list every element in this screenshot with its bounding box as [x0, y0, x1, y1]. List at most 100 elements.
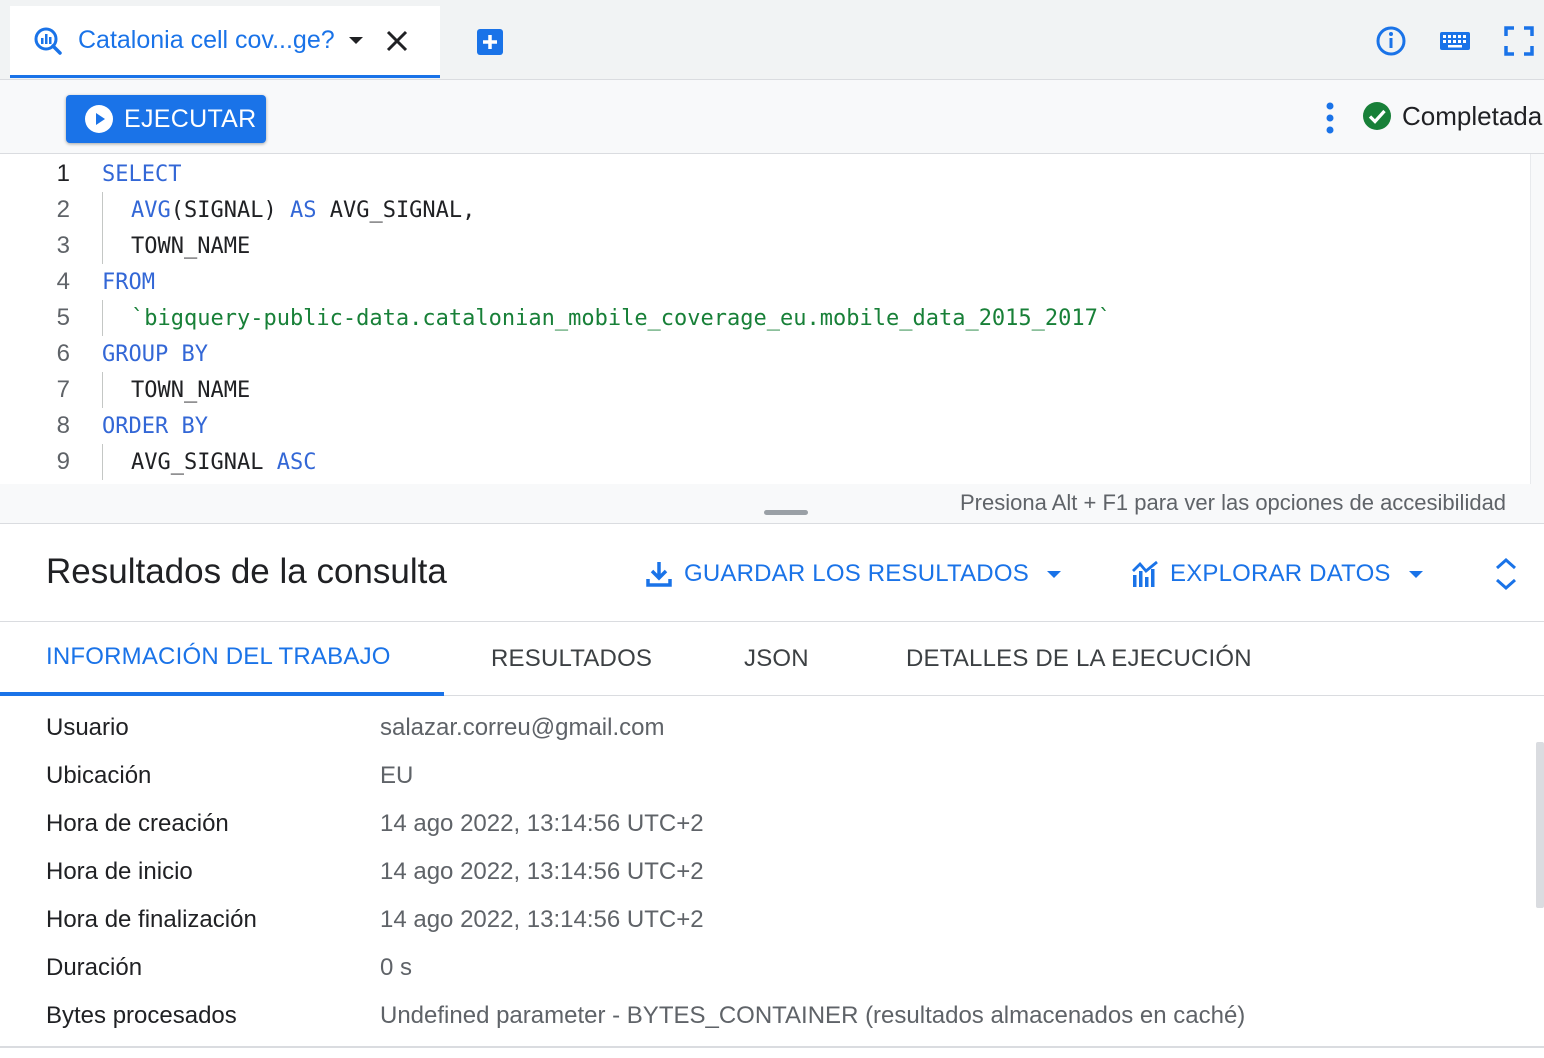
- sql-keyword: ASC: [276, 449, 317, 475]
- save-results-button[interactable]: GUARDAR LOS RESULTADOS: [644, 554, 1061, 594]
- sql-identifier: AVG_SIGNAL,: [316, 197, 476, 223]
- tab-results[interactable]: RESULTADOS: [491, 622, 652, 696]
- job-status: Completada: [1362, 98, 1542, 134]
- fullscreen-icon[interactable]: [1502, 24, 1536, 58]
- code-text: SELECT: [102, 162, 181, 187]
- job-info-key: Hora de finalización: [46, 906, 257, 933]
- code-line[interactable]: 9 AVG_SIGNAL ASC: [0, 444, 1530, 480]
- line-number: 7: [56, 376, 70, 403]
- expand-collapse-icon[interactable]: [1492, 556, 1520, 592]
- run-button-label: EJECUTAR: [124, 104, 257, 133]
- code-text: ORDER BY: [102, 414, 208, 439]
- job-info-key: Hora de creación: [46, 810, 229, 837]
- job-info-value: 14 ago 2022, 13:14:56 UTC+2: [380, 810, 704, 837]
- line-number: 6: [56, 340, 70, 367]
- code-line[interactable]: 2 AVG(SIGNAL) AS AVG_SIGNAL,: [0, 192, 1530, 228]
- job-info-value: 0 s: [380, 954, 413, 981]
- tab-json[interactable]: JSON: [744, 622, 809, 696]
- indent-guide: [102, 192, 103, 228]
- code-line[interactable]: 4 FROM: [0, 264, 1530, 300]
- indent-guide: [102, 300, 103, 336]
- job-info-scrollbar[interactable]: [1536, 742, 1544, 908]
- editor-scrollbar[interactable]: [1530, 154, 1544, 484]
- results-title: Resultados de la consulta: [46, 552, 447, 591]
- sql-keyword: AVG: [131, 197, 171, 223]
- line-number: 3: [56, 232, 70, 259]
- more-vert-icon[interactable]: [1318, 100, 1342, 136]
- query-icon: [32, 25, 64, 57]
- sql-identifier: (SIGNAL): [170, 197, 290, 223]
- divider: [0, 1046, 1544, 1048]
- job-info-key: Hora de inicio: [46, 858, 193, 885]
- line-number: 9: [56, 448, 70, 475]
- job-info-value: EU: [380, 762, 414, 789]
- chevron-down-icon[interactable]: [348, 37, 363, 44]
- add-tab-icon[interactable]: [474, 26, 506, 58]
- save-results-label: GUARDAR LOS RESULTADOS: [684, 560, 1029, 587]
- job-info-row: Hora de creación 14 ago 2022, 13:14:56 UT…: [0, 800, 1530, 848]
- run-button[interactable]: EJECUTAR: [66, 95, 266, 143]
- resize-handle[interactable]: [764, 510, 808, 515]
- sql-string: `bigquery-public-data.catalonian_mobile_…: [131, 305, 1112, 331]
- sql-editor[interactable]: 1 SELECT 2 AVG(SIGNAL) AS AVG_SIGNAL, 3 TOWN_…: [0, 154, 1530, 484]
- job-info-row: Duración 0 s: [0, 944, 1530, 992]
- results-tabs: INFORMACIÓN DEL TRABAJO RESULTADOS JSON …: [0, 622, 1544, 696]
- chevron-down-icon: [1408, 570, 1423, 578]
- results-header: Resultados de la consulta GUARDAR LOS RE…: [0, 524, 1544, 622]
- code-line[interactable]: 7 TOWN_NAME: [0, 372, 1530, 408]
- info-icon[interactable]: [1374, 24, 1408, 58]
- close-icon[interactable]: [383, 27, 411, 55]
- sql-keyword: AS: [289, 197, 317, 223]
- line-number: 5: [56, 304, 70, 331]
- line-number: 4: [56, 268, 70, 295]
- sql-identifier: TOWN_NAME: [131, 233, 251, 259]
- job-info-row: Hora de inicio 14 ago 2022, 13:14:56 UTC+…: [0, 848, 1530, 896]
- top-icons: [1374, 24, 1544, 60]
- tab-title[interactable]: Catalonia cell cov...ge?: [78, 26, 335, 55]
- status-label: Completada: [1402, 100, 1543, 131]
- job-info-key: Bytes procesados: [46, 1002, 237, 1029]
- explore-data-button[interactable]: EXPLORAR DATOS: [1130, 554, 1423, 594]
- check-circle-icon: [1362, 101, 1392, 131]
- code-text: TOWN_NAME: [131, 234, 250, 259]
- query-tab[interactable]: Catalonia cell cov...ge?: [10, 6, 440, 78]
- job-info-key: Usuario: [46, 714, 129, 741]
- code-text: `bigquery-public-data.catalonian_mobile_…: [131, 306, 1111, 331]
- code-text: TOWN_NAME: [131, 378, 250, 403]
- keyboard-icon[interactable]: [1438, 24, 1472, 58]
- job-info-value: 14 ago 2022, 13:14:56 UTC+2: [380, 906, 704, 933]
- code-text: GROUP BY: [102, 342, 208, 367]
- code-line[interactable]: 6 GROUP BY: [0, 336, 1530, 372]
- download-icon: [644, 559, 674, 589]
- indent-guide: [102, 372, 103, 408]
- tab-execution-details[interactable]: DETALLES DE LA EJECUCIÓN: [906, 622, 1252, 696]
- job-info-value: 14 ago 2022, 13:14:56 UTC+2: [380, 858, 704, 885]
- tab-job-info[interactable]: INFORMACIÓN DEL TRABAJO: [0, 622, 444, 696]
- sql-keyword: ORDER BY: [102, 413, 208, 439]
- sql-keyword: GROUP BY: [102, 341, 208, 367]
- job-info-value: salazar.correu@gmail.com: [380, 714, 665, 741]
- indent-guide: [102, 444, 103, 480]
- job-info-row: Bytes procesados Undefined parameter - BY…: [0, 992, 1530, 1040]
- query-toolbar: EJECUTAR Completada: [0, 80, 1544, 154]
- sql-identifier: TOWN_NAME: [131, 377, 251, 403]
- code-line[interactable]: 5 `bigquery-public-data.catalonian_mobile…: [0, 300, 1530, 336]
- job-info-row: Usuario salazar.correu@gmail.com: [0, 704, 1530, 752]
- job-information: Usuario salazar.correu@gmail.com Ubicación…: [0, 696, 1544, 1058]
- chart-icon: [1130, 559, 1160, 589]
- code-line[interactable]: 8 ORDER BY: [0, 408, 1530, 444]
- indent-guide: [102, 228, 103, 264]
- accessibility-hint: Presiona Alt + F1 para ver las opciones …: [960, 490, 1507, 515]
- sql-keyword: FROM: [102, 269, 155, 295]
- code-line[interactable]: 3 TOWN_NAME: [0, 228, 1530, 264]
- tab-bar: Catalonia cell cov...ge?: [0, 0, 1544, 80]
- line-number: 2: [56, 196, 70, 223]
- job-info-key: Duración: [46, 954, 143, 981]
- line-number: 1: [56, 160, 70, 187]
- job-info-value: Undefined parameter - BYTES_CONTAINER (r…: [380, 1002, 1246, 1029]
- code-text: FROM: [102, 270, 155, 295]
- play-icon: [84, 104, 114, 134]
- job-info-row: Ubicación EU: [0, 752, 1530, 800]
- job-info-row: Hora de finalización 14 ago 2022, 13:14:5…: [0, 896, 1530, 944]
- code-line[interactable]: 1 SELECT: [0, 156, 1530, 192]
